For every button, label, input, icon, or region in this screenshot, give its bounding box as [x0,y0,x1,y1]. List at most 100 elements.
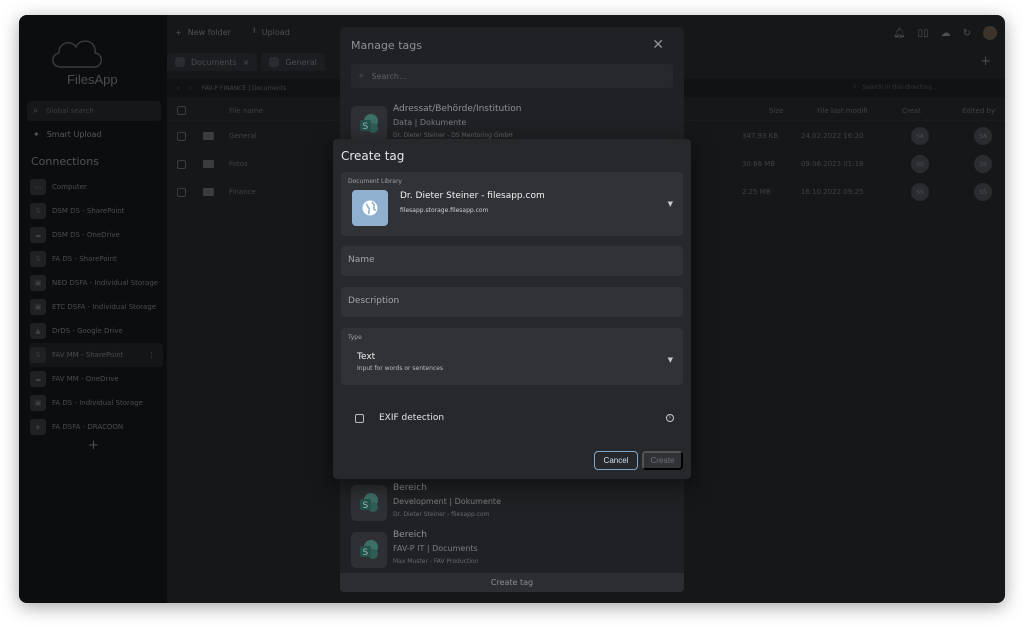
column-size[interactable]: Size [769,107,783,115]
tag-library: Development | Dokumente [393,497,501,506]
top-right-actions: 🔔︎ ▯▯ ☁ ↻ [893,24,997,42]
computer-icon: ▭ [30,179,46,195]
new-folder-label: New folder [187,27,231,37]
search-icon: ⌕ [359,71,364,80]
sparkle-icon: ✦ [33,130,40,139]
sidebar: FilesApp ⌕ Global search ✦ Smart Upload … [19,15,167,603]
connection-label: DSM DS - SharePoint [52,207,125,215]
connections-list: ▭ Computer S DSM DS - SharePoint ☁ DSM DS -… [29,175,163,439]
tag-title: Bereich [393,530,427,540]
name-field[interactable]: Name [341,246,683,276]
connection-item-active[interactable]: S FAV MM - SharePoint ⋮ [29,343,163,367]
tag-search-input[interactable]: ⌕ Search... [351,64,673,88]
forward-icon[interactable]: › [189,85,191,92]
library-host: filesapp.storage.filesapp.com [400,207,489,214]
creator-avatar: SS [911,183,929,201]
connection-label: DrDS - Google Drive [52,327,123,335]
breadcrumb[interactable]: FAV-P FINANCE | Documents [202,85,286,92]
column-file-name[interactable]: File name [229,107,263,115]
connection-item[interactable]: ☁ DSM DS - OneDrive [29,223,163,247]
folder-icon [203,132,214,140]
more-options-icon[interactable]: ⋮ [148,351,155,359]
row-checkbox[interactable] [177,159,186,169]
type-select[interactable]: Type Text Input for words or sentences ▼ [341,328,683,385]
select-all-checkbox[interactable] [177,106,186,115]
cloud-logo-icon [52,40,102,68]
add-tab-button[interactable]: + [980,54,991,69]
document-library-select[interactable]: Document Library Dr. Dieter Steiner - fi… [341,172,683,236]
bell-icon[interactable]: 🔔︎ [893,28,906,39]
connection-item[interactable]: S FA DS - SharePoint [29,247,163,271]
tag-title: Adressat/Behörde/Institution [393,104,522,114]
cancel-button[interactable]: Cancel [594,451,638,470]
upload-icon: ⭱ [252,26,256,35]
directory-search-input[interactable]: ⌕ Search in this directory... [853,79,993,95]
column-modified[interactable]: File last modifi [817,107,868,115]
smart-upload-button[interactable]: ✦ Smart Upload [33,130,101,139]
exif-detection-checkbox[interactable] [355,413,364,423]
dracoon-icon: ◈ [30,419,46,435]
connection-item[interactable]: ▣ NEO DSFA - Individual Storage [29,271,163,295]
field-label: Type [348,334,362,341]
tab-general[interactable]: General [261,53,325,71]
file-size: 30.66 MB [742,160,776,168]
search-icon: ⌕ [853,83,857,90]
connection-label: FA DS - SharePoint [52,255,117,263]
back-icon[interactable]: ‹ [177,85,179,92]
user-avatar[interactable] [983,26,997,40]
row-checkbox[interactable] [177,187,186,197]
toolbar: + New folder ⭱ Upload [175,25,290,39]
file-size: 347.93 KB [742,132,779,140]
new-folder-button[interactable]: + New folder [175,25,231,39]
connection-item[interactable]: ☁ FAV MM - OneDrive [29,367,163,391]
connection-item[interactable]: S DSM DS - SharePoint [29,199,163,223]
global-search-input[interactable]: ⌕ Global search [27,101,161,121]
upload-button[interactable]: ⭱ Upload [253,25,290,39]
file-name: Fotos [229,160,248,168]
exif-detection-label: EXIF detection [379,413,445,423]
connections-title: Connections [31,155,99,168]
svg-text:S: S [363,501,369,511]
type-value: Text [357,352,376,362]
tag-owner: Max Muster - FAV Production [393,558,479,565]
connection-item[interactable]: ◈ FA DSFA - DRACOON [29,415,163,439]
tag-title: Bereich [393,483,427,493]
storage-icon: ▣ [30,395,46,411]
file-modified: 09.06.2023 01:18 [801,160,864,168]
add-connection-button[interactable]: + [88,438,99,453]
tab-bar: Documents × General [167,53,329,71]
cloud-icon[interactable]: ☁ [941,28,951,39]
close-icon[interactable]: × [243,58,250,67]
description-field[interactable]: Description [341,287,683,317]
tab-documents[interactable]: Documents × [167,53,258,71]
connection-label: FA DS - Individual Storage [52,399,143,407]
info-icon[interactable]: i [666,414,674,422]
tag-list-item[interactable]: S Bereich FAV-P IT | Documents Max Muste… [351,528,673,572]
connection-item[interactable]: ▣ ETC DSFA - Individual Storage [29,295,163,319]
split-view-icon[interactable]: ▯▯ [918,28,929,39]
connection-item[interactable]: ▭ Computer [29,175,163,199]
connection-item[interactable]: ▣ FA DS - Individual Storage [29,391,163,415]
globe-icon [352,190,388,226]
creator-avatar: SA [911,127,929,145]
plus-icon: + [175,27,182,37]
tag-list-item[interactable]: S Bereich Development | Dokumente Dr. Di… [351,481,673,525]
svg-text:S: S [363,548,369,558]
refresh-icon[interactable]: ↻ [963,28,971,39]
file-size: 2.25 MB [742,188,771,196]
exif-detection-row[interactable]: EXIF detection [355,413,444,423]
row-checkbox[interactable] [177,131,186,141]
creator-avatar: SS [911,155,929,173]
close-icon[interactable]: ✕ [652,37,664,53]
connection-item[interactable]: ▲ DrDS - Google Drive [29,319,163,343]
file-name: Finance [229,188,256,196]
create-button[interactable]: Create [642,451,683,470]
sharepoint-icon: S [351,532,387,568]
folder-icon [203,160,214,168]
editor-avatar: SS [974,155,992,173]
create-tag-button[interactable]: Create tag [340,573,684,592]
column-edited-by[interactable]: Edited by [962,107,995,115]
field-label: Document Library [348,178,402,185]
column-creator[interactable]: Creat [902,107,921,115]
tag-search-placeholder: Search... [371,71,407,81]
